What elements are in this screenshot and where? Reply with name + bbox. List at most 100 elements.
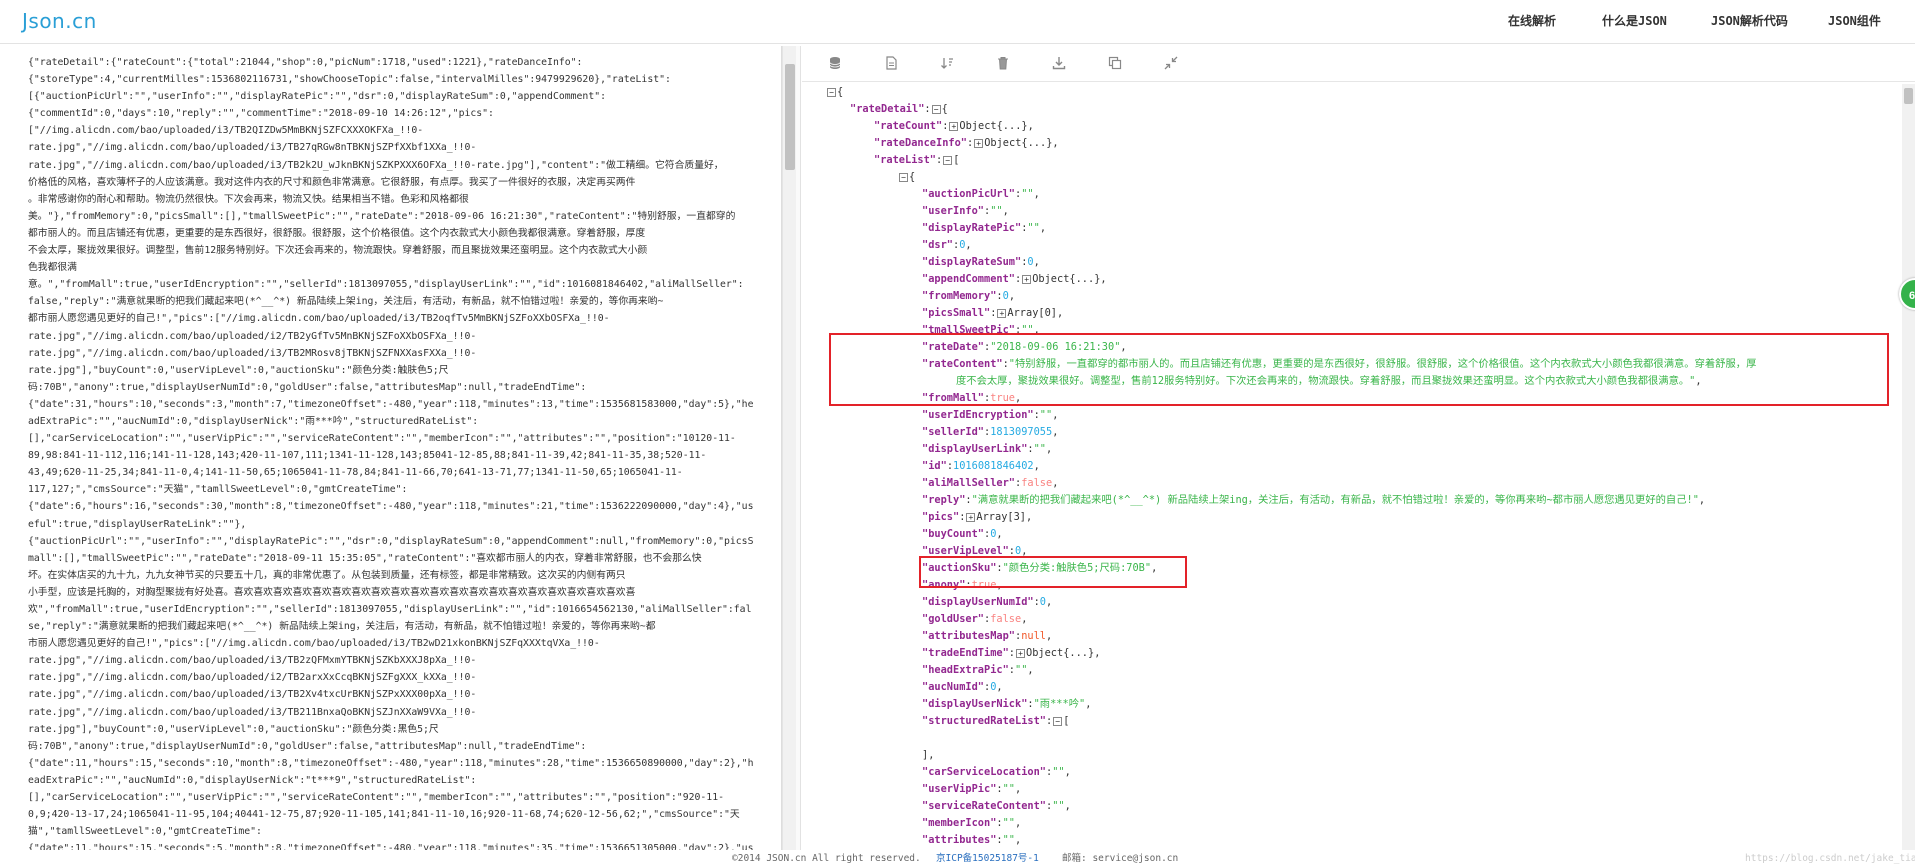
editor-scrollbar-thumb[interactable]: [785, 64, 795, 170]
copy-icon[interactable]: [1108, 56, 1122, 70]
nav-json-code[interactable]: JSON解析代码: [1711, 12, 1788, 29]
tree-key: "displayRateSum": [922, 256, 1022, 268]
tree-line: "dsr":0,: [922, 237, 972, 254]
raw-json-line: {"date":11,"hours":15,"seconds":10,"mont…: [28, 757, 754, 769]
tree-comma: ,: [1052, 426, 1059, 438]
tree-key: "rateDanceInfo": [874, 137, 967, 149]
tree-line: "displayRatePic":"",: [922, 220, 1046, 237]
expand-toggle-icon[interactable]: +: [949, 121, 959, 131]
tree-null-value: null: [1021, 630, 1047, 642]
tree-string-value: "": [1021, 324, 1034, 336]
collapse-toggle-icon[interactable]: −: [931, 104, 941, 114]
nav-what-is-json[interactable]: 什么是JSON: [1602, 12, 1667, 29]
tree-line: "reply":"满意就果断的把我们藏起来吧(*^__^*) 新品陆续上架ing…: [922, 492, 1705, 509]
tree-line: "memberIcon":"",: [922, 815, 1021, 832]
tree-comma: ,: [1698, 494, 1706, 506]
raw-json-line: 小手型，应该是托胸的，对胸型聚拢有好处喜。喜欢喜欢喜欢喜欢喜欢喜欢喜欢喜欢喜欢喜…: [28, 586, 636, 598]
tree-line: −{: [826, 84, 843, 101]
tree-boolean-value: true: [971, 579, 997, 591]
tree-line: "rateCount": + Object{...},: [874, 118, 1034, 135]
tree-line: "userVipLevel":0,: [922, 543, 1027, 560]
tree-toolbar: [802, 46, 1915, 82]
expand-toggle-icon[interactable]: +: [974, 138, 984, 148]
pane-splitter[interactable]: [796, 46, 801, 850]
tree-line: "displayUserNumId":0,: [922, 594, 1052, 611]
tree-key: "pics": [922, 511, 960, 523]
raw-json-line: 0,9;420-13-17,24;1065041-11-95,104;40441…: [28, 809, 740, 821]
tree-line: "userIdEncryption":"",: [922, 407, 1058, 424]
raw-json-line: eful":true,"displayUserRateLink":""},: [28, 518, 247, 530]
tree-key: "rateDetail": [850, 103, 925, 115]
tree-collapsed-summary: Object{...}: [959, 120, 1028, 132]
raw-json-line: rate.jpg","//img.alicdn.com/bao/uploaded…: [28, 159, 724, 171]
collapse-toggle-icon[interactable]: −: [899, 172, 908, 182]
tree-bracket: [: [1063, 715, 1070, 727]
raw-json-line: {"auctionPicUrl":"","userInfo":"","displ…: [28, 535, 754, 547]
site-logo[interactable]: Json.cn: [22, 9, 97, 33]
tree-comma: ,: [1064, 800, 1071, 812]
tree-key: "id": [922, 460, 947, 472]
raw-json-line: [],"carServiceLocation":"","userVipPic":…: [28, 433, 736, 445]
tree-line: "userVipPic":"",: [922, 781, 1021, 798]
database-icon[interactable]: [828, 56, 842, 70]
expand-toggle-icon[interactable]: +: [966, 512, 976, 522]
download-icon[interactable]: [1052, 56, 1066, 70]
raw-json-line: rate.jpg"],"buyCount":0,"userVipLevel":0…: [28, 364, 449, 376]
raw-json-line: 欢","fromMall":true,"userIdEncryption":""…: [28, 604, 752, 615]
tree-comma: ,: [1033, 188, 1040, 200]
tree-line: "anony":true,: [922, 577, 1003, 594]
file-icon[interactable]: [884, 56, 898, 70]
expand-toggle-icon[interactable]: +: [997, 308, 1007, 318]
raw-json-line: 价格低的风格，喜欢薄杯子的人应该满意。我对这件内衣的尺寸和颜色非常满意。它很舒服…: [28, 176, 636, 188]
tree-collapsed-summary: Array[3]: [976, 511, 1027, 523]
top-navbar: Json.cn 在线解析 什么是JSON JSON解析代码 JSON组件: [0, 0, 1915, 44]
tree-key: "headExtraPic": [922, 664, 1009, 676]
tree-string-value: "": [1015, 664, 1028, 676]
tree-key: "displayUserLink": [922, 443, 1028, 455]
expand-toggle-icon[interactable]: +: [1016, 648, 1025, 658]
collapse-toggle-icon[interactable]: −: [1053, 716, 1063, 726]
tree-scrollbar-thumb[interactable]: [1904, 88, 1913, 104]
tree-line: "tradeEndTime": + Object{...},: [922, 645, 1100, 662]
tree-key: "dsr": [922, 239, 953, 251]
tree-key: "displayUserNumId": [922, 596, 1034, 608]
tree-key: "displayUserNick": [922, 698, 1028, 710]
tree-key: "picsSmall": [922, 307, 991, 319]
collapse-toggle-icon[interactable]: −: [943, 155, 953, 165]
tree-comma: ,: [1046, 596, 1053, 608]
nav-online-parse[interactable]: 在线解析: [1508, 12, 1556, 29]
tree-line: "auctionPicUrl":"",: [922, 186, 1040, 203]
trash-icon[interactable]: [996, 56, 1010, 70]
tree-line: "attributes":"",: [922, 832, 1021, 849]
raw-json-line: ["//img.alicdn.com/bao/uploaded/i3/TB2QI…: [28, 125, 424, 137]
compress-icon[interactable]: [1164, 56, 1178, 70]
tree-line: "appendComment": + Object{...},: [922, 271, 1107, 288]
tree-key: "rateCount": [874, 120, 943, 132]
raw-json-editor[interactable]: {"rateDetail":{"rateCount":{"total":2104…: [8, 46, 782, 850]
raw-json-line: 。非常感谢你的耐心和帮助。物流仍然很快。下次会再来，物流又快。结果相当不错。色彩…: [28, 193, 469, 205]
tree-colon: :: [1015, 273, 1022, 285]
tree-key: "carServiceLocation": [922, 766, 1046, 778]
editor-scrollbar[interactable]: [782, 46, 796, 850]
footer-icp-link[interactable]: 京ICP备15025187号-1: [936, 850, 1039, 868]
raw-json-text[interactable]: {"rateDetail":{"rateCount":{"total":2104…: [28, 54, 776, 850]
tree-line: "buyCount":0,: [922, 526, 1003, 543]
tree-boolean-value: true: [990, 392, 1016, 404]
tree-comma: ,: [1057, 307, 1064, 319]
tree-string-value: 度不会太厚，聚拢效果很好。调整型，售前12服务特别好。下次还会再来的，物流跟快。…: [956, 375, 1696, 387]
tree-line: "pics": + Array[3],: [922, 509, 1032, 526]
tree-comma: ,: [1026, 511, 1033, 523]
tree-line: "fromMemory":0,: [922, 288, 1015, 305]
nav-json-components[interactable]: JSON组件: [1828, 12, 1881, 29]
expand-toggle-icon[interactable]: +: [1022, 274, 1032, 284]
tree-key: "attributesMap": [922, 630, 1015, 642]
tree-key: "goldUser": [922, 613, 984, 625]
tree-line: "fromMall":true,: [922, 390, 1021, 407]
tree-comma: ,: [1015, 817, 1022, 829]
collapse-toggle-icon[interactable]: −: [827, 87, 836, 97]
tree-collapsed-summary: Array[0]: [1007, 307, 1058, 319]
tree-scrollbar[interactable]: [1902, 84, 1915, 850]
tree-collapsed-summary: Object{...}: [1026, 647, 1095, 659]
tree-key: "userVipLevel": [922, 545, 1009, 557]
sort-icon[interactable]: [940, 56, 954, 70]
